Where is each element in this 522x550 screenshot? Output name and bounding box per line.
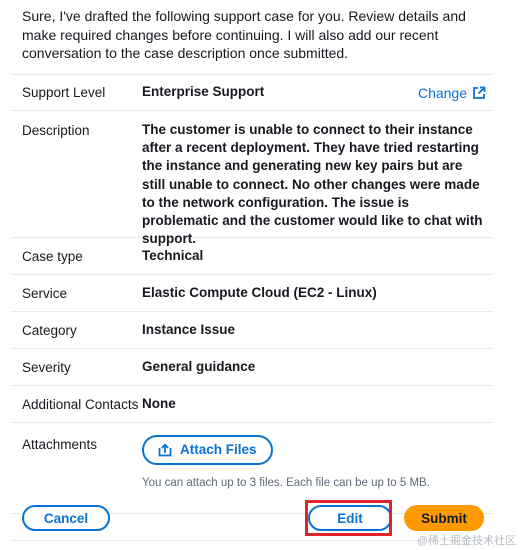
- description-value: The customer is unable to connect to the…: [142, 122, 483, 247]
- case-type-label: Case type: [22, 248, 83, 264]
- support-level-row: Support Level Enterprise Support Change: [11, 74, 493, 111]
- upload-icon: [158, 443, 172, 457]
- severity-label: Severity: [22, 359, 71, 375]
- edit-button[interactable]: Edit: [308, 505, 392, 531]
- support-case-draft: Sure, I've drafted the following support…: [0, 0, 522, 550]
- change-link-label: Change: [417, 84, 467, 101]
- attachments-label: Attachments: [22, 437, 98, 452]
- category-label: Category: [22, 322, 77, 338]
- intro-message: Sure, I've drafted the following support…: [22, 8, 466, 61]
- attach-files-label: Attach Files: [180, 441, 257, 457]
- attachments-hint: You can attach up to 3 files. Each file …: [142, 477, 430, 489]
- severity-row: Severity General guidance: [11, 349, 493, 386]
- category-row: Category Instance Issue: [11, 312, 493, 349]
- submit-button[interactable]: Submit: [404, 505, 484, 531]
- support-level-label: Support Level: [22, 85, 106, 100]
- service-value: Elastic Compute Cloud (EC2 - Linux): [142, 284, 377, 300]
- description-row: Description The customer is unable to co…: [11, 111, 493, 246]
- description-label: Description: [22, 123, 90, 138]
- additional-contacts-label: Additional Contacts: [22, 396, 139, 412]
- case-type-value: Technical: [142, 247, 204, 263]
- severity-value: General guidance: [142, 358, 256, 374]
- attachments-control: Attach Files You can attach up to 3 file…: [142, 435, 493, 492]
- case-details-table: Support Level Enterprise Support Change …: [11, 74, 493, 514]
- change-support-level-link[interactable]: Change: [418, 85, 493, 101]
- support-level-value: Enterprise Support: [142, 84, 265, 100]
- service-row: Service Elastic Compute Cloud (EC2 - Lin…: [11, 275, 493, 312]
- watermark: @稀土掘金技术社区: [416, 535, 516, 547]
- external-link-icon: [473, 86, 486, 99]
- cancel-button[interactable]: Cancel: [22, 505, 110, 531]
- additional-contacts-value: None: [142, 395, 176, 411]
- additional-contacts-row: Additional Contacts None: [11, 386, 493, 423]
- attach-files-button[interactable]: Attach Files: [142, 435, 273, 465]
- service-label: Service: [22, 285, 68, 301]
- category-value: Instance Issue: [142, 321, 236, 337]
